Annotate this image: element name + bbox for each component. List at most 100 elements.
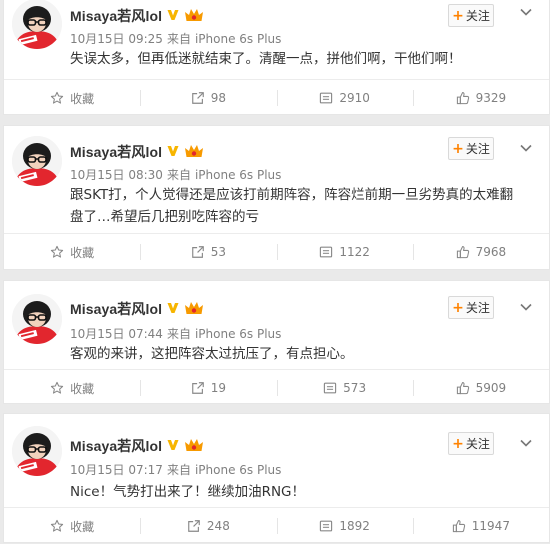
follow-label: 关注 bbox=[465, 301, 490, 315]
repost-count: 19 bbox=[210, 381, 227, 395]
like-count: 9329 bbox=[475, 91, 507, 105]
post-text: 跟SKT打，个人觉得还是应该打前期阵容，阵容烂前期一旦劣势真的太难翻盘了…希望后… bbox=[70, 187, 514, 225]
repost-button[interactable]: 98 bbox=[140, 80, 276, 116]
plus-icon: + bbox=[452, 7, 464, 24]
favorite-button[interactable]: 收藏 bbox=[4, 370, 140, 406]
chevron-down-icon[interactable] bbox=[519, 436, 533, 450]
post-meta: 10月15日 07:17 来自 iPhone 6s Plus bbox=[70, 461, 281, 478]
username[interactable]: Misaya若风lol bbox=[70, 142, 162, 162]
star-icon bbox=[50, 245, 64, 259]
verified-icon bbox=[166, 143, 180, 162]
comment-icon bbox=[323, 381, 337, 395]
star-icon bbox=[50, 381, 64, 395]
thumbs-up-icon bbox=[456, 245, 470, 259]
action-bar: 收藏 19 573 5909 bbox=[4, 369, 549, 406]
chevron-down-icon[interactable] bbox=[519, 141, 533, 155]
avatar[interactable] bbox=[12, 426, 62, 476]
post-meta: 10月15日 07:44 来自 iPhone 6s Plus bbox=[70, 325, 281, 342]
comment-button[interactable]: 2910 bbox=[276, 80, 413, 116]
comment-count: 2910 bbox=[339, 91, 370, 105]
comment-count: 573 bbox=[343, 381, 367, 395]
member-crown-icon[interactable] bbox=[184, 7, 204, 26]
like-button[interactable]: 5909 bbox=[412, 370, 549, 406]
thumbs-up-icon bbox=[456, 381, 470, 395]
avatar[interactable] bbox=[12, 294, 62, 344]
post-time[interactable]: 10月15日 08:30 bbox=[70, 168, 163, 182]
like-count: 5909 bbox=[475, 381, 507, 395]
source-device: iPhone 6s Plus bbox=[194, 32, 282, 46]
source-prefix: 来自 bbox=[166, 168, 191, 182]
follow-button[interactable]: + 关注 bbox=[448, 296, 494, 319]
avatar[interactable] bbox=[12, 0, 62, 49]
favorite-button[interactable]: 收藏 bbox=[4, 508, 140, 544]
like-button[interactable]: 7968 bbox=[412, 234, 549, 270]
post-time[interactable]: 10月15日 07:44 bbox=[70, 327, 163, 341]
verified-icon bbox=[166, 437, 180, 456]
favorite-label: 收藏 bbox=[70, 381, 95, 396]
post-header: Misaya若风lol bbox=[70, 143, 204, 161]
username[interactable]: Misaya若风lol bbox=[70, 436, 162, 456]
comment-count: 1122 bbox=[339, 245, 370, 259]
plus-icon: + bbox=[452, 299, 464, 316]
follow-label: 关注 bbox=[465, 142, 490, 156]
follow-label: 关注 bbox=[465, 437, 490, 451]
favorite-label: 收藏 bbox=[70, 245, 95, 260]
repost-icon bbox=[191, 245, 205, 259]
follow-button[interactable]: + 关注 bbox=[448, 137, 494, 160]
favorite-button[interactable]: 收藏 bbox=[4, 80, 140, 116]
member-crown-icon[interactable] bbox=[184, 300, 204, 319]
repost-icon bbox=[191, 381, 205, 395]
favorite-label: 收藏 bbox=[70, 91, 95, 106]
repost-count: 98 bbox=[210, 91, 227, 105]
action-bar: 收藏 53 1122 7968 bbox=[4, 233, 549, 270]
repost-button[interactable]: 53 bbox=[140, 234, 276, 270]
follow-label: 关注 bbox=[465, 9, 490, 23]
repost-icon bbox=[191, 91, 205, 105]
plus-icon: + bbox=[452, 435, 464, 452]
repost-button[interactable]: 19 bbox=[140, 370, 276, 406]
source-device: iPhone 6s Plus bbox=[194, 168, 282, 182]
source-prefix: 来自 bbox=[166, 463, 191, 477]
source-device: iPhone 6s Plus bbox=[194, 463, 282, 477]
star-icon bbox=[50, 91, 64, 105]
post-text: 客观的来讲，这把阵容太过抗压了，有点担心。 bbox=[70, 346, 354, 362]
username[interactable]: Misaya若风lol bbox=[70, 6, 162, 26]
post-text: 失误太多，但再低迷就结束了。清醒一点，拼他们啊，干他们啊！ bbox=[70, 51, 462, 67]
source-prefix: 来自 bbox=[166, 327, 191, 341]
post-header: Misaya若风lol bbox=[70, 300, 204, 318]
weibo-post: Misaya若风lol + 关注 10月15日 09:25 来自 iPhone 6s… bbox=[3, 0, 550, 115]
post-meta: 10月15日 09:25 来自 iPhone 6s Plus bbox=[70, 30, 281, 47]
like-count: 7968 bbox=[475, 245, 507, 259]
post-header: Misaya若风lol bbox=[70, 7, 204, 25]
post-meta: 10月15日 08:30 来自 iPhone 6s Plus bbox=[70, 166, 281, 183]
member-crown-icon[interactable] bbox=[184, 437, 204, 456]
plus-icon: + bbox=[452, 140, 464, 157]
post-time[interactable]: 10月15日 07:17 bbox=[70, 463, 163, 477]
action-bar: 收藏 98 2910 9329 bbox=[4, 79, 549, 116]
post-header: Misaya若风lol bbox=[70, 437, 204, 455]
follow-button[interactable]: + 关注 bbox=[448, 432, 494, 455]
weibo-post: Misaya若风lol + 关注 10月15日 08:30 来自 iPhone 6s… bbox=[3, 125, 550, 270]
comment-button[interactable]: 573 bbox=[276, 370, 413, 406]
username[interactable]: Misaya若风lol bbox=[70, 299, 162, 319]
weibo-post: Misaya若风lol + 关注 10月15日 07:17 来自 iPhone 6s… bbox=[3, 413, 550, 543]
post-time[interactable]: 10月15日 09:25 bbox=[70, 32, 163, 46]
comment-button[interactable]: 1892 bbox=[276, 508, 413, 544]
post-text: Nice！气势打出来了！继续加油RNG！ bbox=[70, 484, 306, 500]
like-button[interactable]: 9329 bbox=[412, 80, 549, 116]
comment-icon bbox=[319, 245, 333, 259]
avatar[interactable] bbox=[12, 136, 62, 186]
favorite-label: 收藏 bbox=[70, 519, 95, 534]
source-device: iPhone 6s Plus bbox=[194, 327, 282, 341]
follow-button[interactable]: + 关注 bbox=[448, 4, 494, 27]
source-prefix: 来自 bbox=[166, 32, 191, 46]
weibo-post: Misaya若风lol + 关注 10月15日 07:44 来自 iPhone 6s… bbox=[3, 280, 550, 404]
favorite-button[interactable]: 收藏 bbox=[4, 234, 140, 270]
member-crown-icon[interactable] bbox=[184, 143, 204, 162]
verified-icon bbox=[166, 7, 180, 26]
chevron-down-icon[interactable] bbox=[519, 300, 533, 314]
comment-button[interactable]: 1122 bbox=[276, 234, 413, 270]
chevron-down-icon[interactable] bbox=[519, 5, 533, 19]
like-button[interactable]: 11947 bbox=[412, 508, 549, 544]
repost-button[interactable]: 248 bbox=[140, 508, 276, 544]
